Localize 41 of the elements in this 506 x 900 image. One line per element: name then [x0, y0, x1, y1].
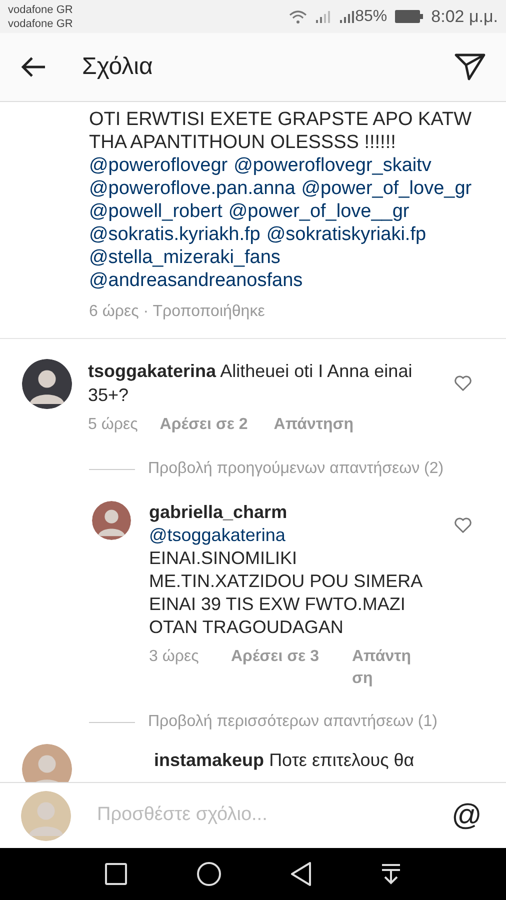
comment-meta: 6 ώρες · Τροποποιήθηκε: [89, 302, 266, 322]
avatar: [92, 501, 131, 540]
mention-link[interactable]: @andreasandreanosfans: [89, 269, 303, 292]
heart-icon[interactable]: [454, 517, 472, 533]
carrier-name: vodafone GR: [8, 2, 73, 16]
comment-time: 5 ώρες: [88, 415, 138, 435]
mention-link[interactable]: @sokratiskyriaki.fp: [266, 223, 426, 246]
back-arrow-icon[interactable]: [20, 56, 46, 78]
mention-link[interactable]: @poweroflovegr: [89, 154, 228, 177]
back-triangle-icon[interactable]: [291, 862, 311, 886]
square-icon[interactable]: [105, 863, 127, 885]
page-title: Σχόλια: [82, 52, 153, 82]
comment-input[interactable]: Προσθέστε σχόλιο...: [97, 801, 452, 830]
mention-link[interactable]: @poweroflovegr_skaitv: [234, 154, 432, 177]
mention-link[interactable]: @powell_robert: [89, 200, 222, 223]
mention-link[interactable]: @poweroflove.pan.anna: [89, 177, 296, 200]
battery-icon: [395, 10, 424, 23]
send-icon[interactable]: [454, 52, 486, 82]
mention-link[interactable]: @tsoggakaterina: [149, 524, 286, 547]
mention-link[interactable]: @sokratis.kyriakh.fp: [89, 223, 260, 246]
mention-link[interactable]: @power_of_love__gr: [228, 200, 410, 223]
comment-time: 3 ώρες: [149, 647, 200, 667]
comment-text: tsoggakaterina Alitheuei oti I Anna einai 35+?: [88, 360, 414, 407]
circle-icon[interactable]: [197, 862, 221, 886]
signal-icon: [315, 10, 332, 24]
signal-icon: [339, 10, 356, 24]
carrier-name: vodafone GR: [8, 16, 73, 30]
reply-username: gabriella_charm: [149, 501, 288, 524]
heart-icon[interactable]: [454, 375, 472, 391]
mention-link[interactable]: @stella_mizeraki_fans: [89, 246, 280, 269]
caption-text: OTI ERWTISI EXETE GRAPSTE APO KATW THA APANTITHOUN OLESSSS !!!!!!: [89, 108, 473, 154]
mention-link[interactable]: @power_of_love_gr: [301, 177, 472, 200]
avatar: [21, 790, 71, 840]
mention-button[interactable]: @: [452, 800, 482, 830]
comment-text: instamakeup Ποτε επιτελους θα: [154, 749, 414, 772]
pull-down-icon[interactable]: [381, 863, 401, 885]
clock: 8:02 μ.μ.: [431, 6, 498, 28]
battery-percent: 85%: [355, 6, 388, 26]
wifi-icon: [289, 10, 308, 24]
reply-text: EINAI.SINOMILIKI ME.TIN.XATZIDOU POU SIMERA EINAI 39 TIS EXW FWTO.MAZI OTAN TRAGOUDAGAN: [149, 547, 424, 639]
avatar: [22, 359, 72, 409]
